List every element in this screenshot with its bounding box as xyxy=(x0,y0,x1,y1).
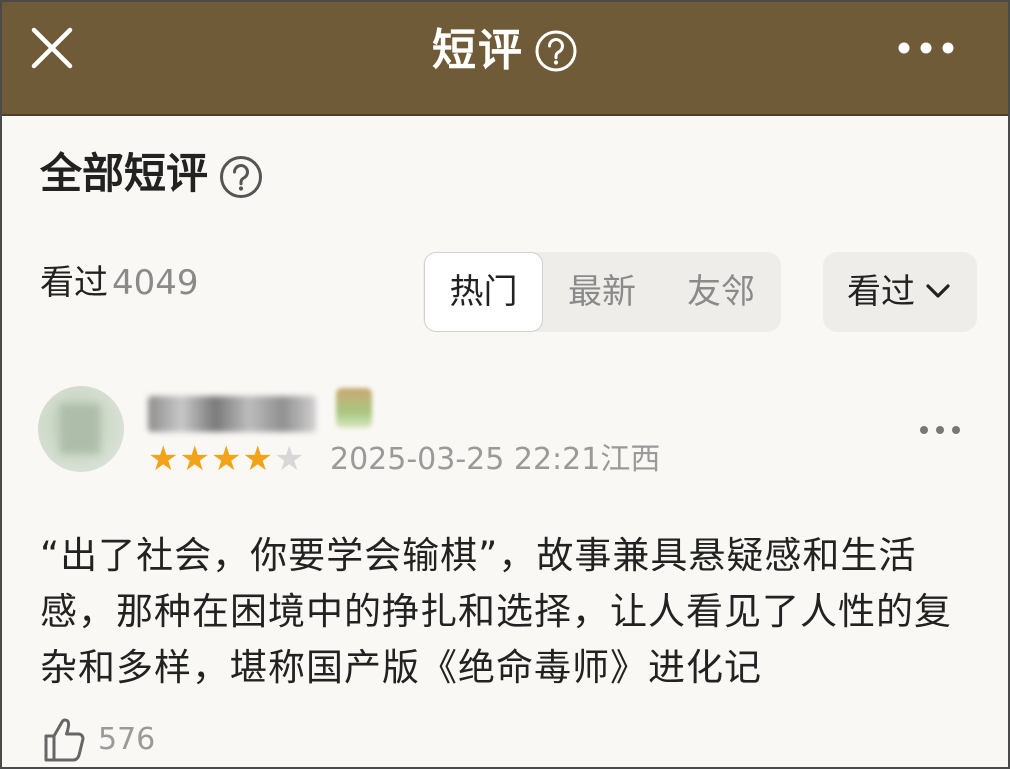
avatar-image xyxy=(60,404,100,454)
seen-count-number: 4049 xyxy=(112,263,199,303)
section-title-text: 全部短评 xyxy=(40,149,209,198)
section-title: 全部短评 xyxy=(40,146,264,202)
star-icon: ★ xyxy=(242,439,273,479)
star-icon: ★ xyxy=(210,439,242,479)
help-icon[interactable] xyxy=(534,29,578,73)
like-count: 576 xyxy=(98,722,156,757)
rating-stars: ★★★★★ xyxy=(148,442,305,476)
tab-hot[interactable]: 热门 xyxy=(424,252,543,332)
user-badge-icon xyxy=(336,388,372,428)
sort-tabs: 热门 最新 友邻 xyxy=(423,252,781,332)
star-icon: ★ xyxy=(148,439,179,479)
review-meta: 2025-03-25 22:21江西 xyxy=(330,442,660,478)
seen-count: 看过 4049 xyxy=(40,260,199,306)
chevron-down-icon xyxy=(926,284,950,298)
review-text: “出了社会，你要学会输棋”，故事兼具悬疑感和生活感，那种在困境中的挣扎和选择，让… xyxy=(40,534,952,689)
help-icon[interactable] xyxy=(218,154,264,200)
top-bar: 短评 xyxy=(2,2,1008,116)
tab-friends[interactable]: 友邻 xyxy=(662,252,780,332)
avatar[interactable] xyxy=(38,386,124,472)
page-title-text: 短评 xyxy=(432,25,524,76)
thumbs-up-icon[interactable] xyxy=(40,714,90,764)
more-icon[interactable] xyxy=(896,40,956,56)
more-icon[interactable] xyxy=(918,424,962,436)
seen-count-label: 看过 xyxy=(40,263,108,303)
filter-dropdown[interactable]: 看过 xyxy=(823,252,977,332)
tab-latest[interactable]: 最新 xyxy=(543,252,661,332)
review-location: 江西 xyxy=(600,442,661,477)
star-empty-icon: ★ xyxy=(273,439,305,479)
review-timestamp: 2025-03-25 22:21 xyxy=(330,442,601,477)
star-icon: ★ xyxy=(179,439,210,479)
filter-dropdown-label: 看过 xyxy=(847,272,915,312)
page-title: 短评 xyxy=(2,20,1008,80)
username[interactable] xyxy=(148,396,316,432)
app-frame: 短评 全部短评 看过 4049 热门 最新 友邻 看过 ★★★★★ 2025-0… xyxy=(0,0,1010,769)
